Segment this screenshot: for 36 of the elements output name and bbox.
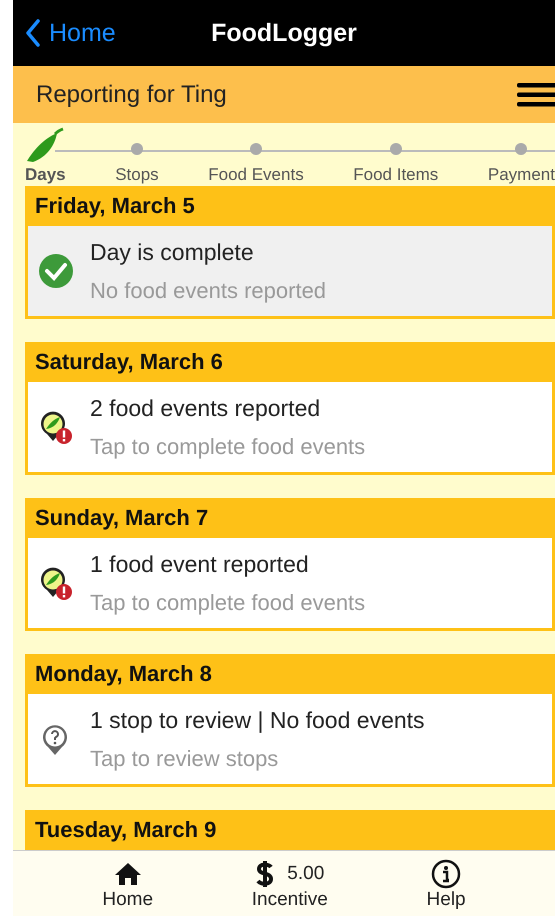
day-hint: Tap to review stops bbox=[90, 746, 280, 772]
day-status: 1 stop to review | No food events bbox=[90, 706, 425, 734]
day-hint: Tap to complete food events bbox=[90, 434, 366, 460]
tab-bar-item[interactable]: Help bbox=[420, 851, 472, 916]
step-tab[interactable]: Payment bbox=[488, 165, 555, 185]
day-date: Saturday, March 6 bbox=[35, 349, 223, 375]
app-title: FoodLogger bbox=[211, 18, 357, 48]
back-button[interactable]: Home bbox=[13, 18, 116, 48]
day-date: Sunday, March 7 bbox=[35, 505, 208, 531]
day-date: Tuesday, March 9 bbox=[35, 817, 216, 843]
incentive-amount: 5.00 bbox=[287, 863, 324, 885]
check-circle-icon bbox=[38, 253, 74, 289]
day-status: 2 food events reported bbox=[90, 394, 322, 422]
back-chevron-icon bbox=[25, 19, 41, 47]
tab-bar-item[interactable]: Home bbox=[96, 851, 160, 916]
day-status: Day is complete bbox=[90, 238, 255, 266]
day-hint: Tap to complete food events bbox=[90, 590, 366, 616]
menu-icon[interactable] bbox=[517, 82, 555, 108]
step-tab[interactable]: Days bbox=[25, 165, 66, 185]
home-icon bbox=[114, 862, 142, 886]
day-hint: No food events reported bbox=[90, 278, 326, 304]
day-date: Monday, March 8 bbox=[35, 661, 212, 687]
leaf-pin-alert-icon bbox=[38, 409, 74, 445]
day-row[interactable]: 2 food events reported Tap to complete food events bbox=[25, 382, 555, 475]
day-date: Friday, March 5 bbox=[35, 193, 195, 219]
step-tab[interactable]: Food Items bbox=[353, 165, 438, 185]
tab-bar-item[interactable]: 5.00 Incentive bbox=[246, 851, 334, 916]
day-row[interactable]: 1 food event reported Tap to complete food events bbox=[25, 538, 555, 631]
step-tab[interactable]: Stops bbox=[115, 165, 159, 185]
day-status: 1 food event reported bbox=[90, 550, 310, 578]
info-icon bbox=[431, 859, 462, 889]
step-tab[interactable]: Food Events bbox=[208, 165, 304, 185]
header-title: Reporting for Ting bbox=[36, 80, 227, 108]
leaf-pin-alert-icon bbox=[38, 565, 74, 601]
dollar-icon bbox=[255, 859, 276, 889]
day-row[interactable]: 1 stop to review | No food events Tap to review stops bbox=[25, 694, 555, 787]
